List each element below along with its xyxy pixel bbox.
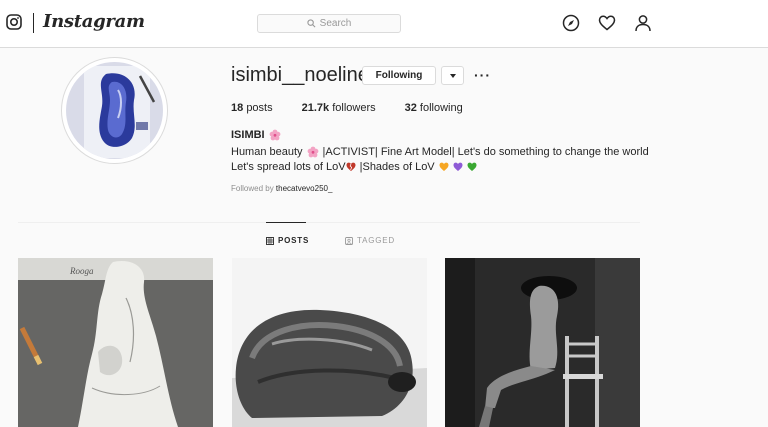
post-thumbnail[interactable] xyxy=(232,258,427,427)
following-count: 32 xyxy=(404,102,417,114)
orange-heart-icon xyxy=(439,162,449,171)
search-placeholder: Search xyxy=(319,18,352,29)
followed-by-user[interactable]: thecatvevo250_ xyxy=(276,184,333,193)
profile-username: isimbi__noeline xyxy=(231,64,369,86)
posts-label: posts xyxy=(246,102,273,114)
compass-icon[interactable] xyxy=(562,14,580,32)
active-tab-indicator xyxy=(266,222,306,223)
search-input[interactable]: Search xyxy=(257,14,401,33)
post-thumbnail[interactable] xyxy=(445,258,640,427)
cherry-blossom-icon xyxy=(307,146,318,158)
bio-line-1: Human beauty |ACTIVIST| Fine Art Model| … xyxy=(231,146,649,158)
svg-text:Rooga: Rooga xyxy=(69,266,94,276)
followers-stat[interactable]: 21.7k followers xyxy=(302,102,376,114)
bio-text-1b: |ACTIVIST| Fine Art Model| Let's do some… xyxy=(322,146,649,158)
top-nav: Instagram Search xyxy=(0,0,768,48)
bio-text-2a: Let's spread lots of LoV xyxy=(231,161,346,173)
green-heart-icon xyxy=(467,162,477,171)
post-thumbnail[interactable]: Rooga xyxy=(18,258,213,427)
following-stat[interactable]: 32 following xyxy=(405,102,463,114)
followers-label: followers xyxy=(332,102,376,114)
brand-divider xyxy=(33,13,34,33)
purple-heart-icon xyxy=(453,162,463,171)
tag-icon xyxy=(345,236,353,245)
posts-stat: 18 posts xyxy=(231,102,273,114)
bio-text-1a: Human beauty xyxy=(231,146,303,158)
instagram-wordmark[interactable]: Instagram xyxy=(43,11,145,32)
bio-line-2: Let's spread lots of LoV |Shades of LoV xyxy=(231,161,477,173)
instagram-glyph-icon[interactable] xyxy=(6,14,22,30)
followed-by[interactable]: Followed by thecatvevo250_ xyxy=(231,184,332,193)
suggestions-dropdown-button[interactable] xyxy=(441,66,464,85)
caret-down-icon xyxy=(449,73,456,78)
followers-count: 21.7k xyxy=(301,102,330,114)
cherry-blossom-icon xyxy=(269,129,281,141)
bio-text-2b: |Shades of LoV xyxy=(359,161,435,173)
followed-by-prefix: Followed by xyxy=(231,184,274,193)
posts-count: 18 xyxy=(231,102,244,114)
profile-stats: 18 posts 21.7k followers 32 following xyxy=(231,102,463,114)
profile-icon[interactable] xyxy=(634,14,652,32)
following-label: following xyxy=(419,102,463,114)
more-options-button[interactable]: ··· xyxy=(474,67,491,83)
tab-tagged[interactable]: TAGGED xyxy=(345,236,395,245)
avatar[interactable] xyxy=(66,62,163,159)
broken-heart-icon xyxy=(346,162,356,171)
tab-posts-label: POSTS xyxy=(278,236,310,245)
following-button[interactable]: Following xyxy=(362,66,436,85)
heart-icon[interactable] xyxy=(598,14,616,32)
grid-icon xyxy=(266,236,274,245)
tabs-divider xyxy=(18,222,640,223)
full-name-text: ISIMBI xyxy=(231,129,265,141)
tab-posts[interactable]: POSTS xyxy=(266,236,309,245)
tab-tagged-label: TAGGED xyxy=(357,236,395,245)
search-icon xyxy=(307,19,316,28)
profile-full-name: ISIMBI xyxy=(231,129,281,141)
